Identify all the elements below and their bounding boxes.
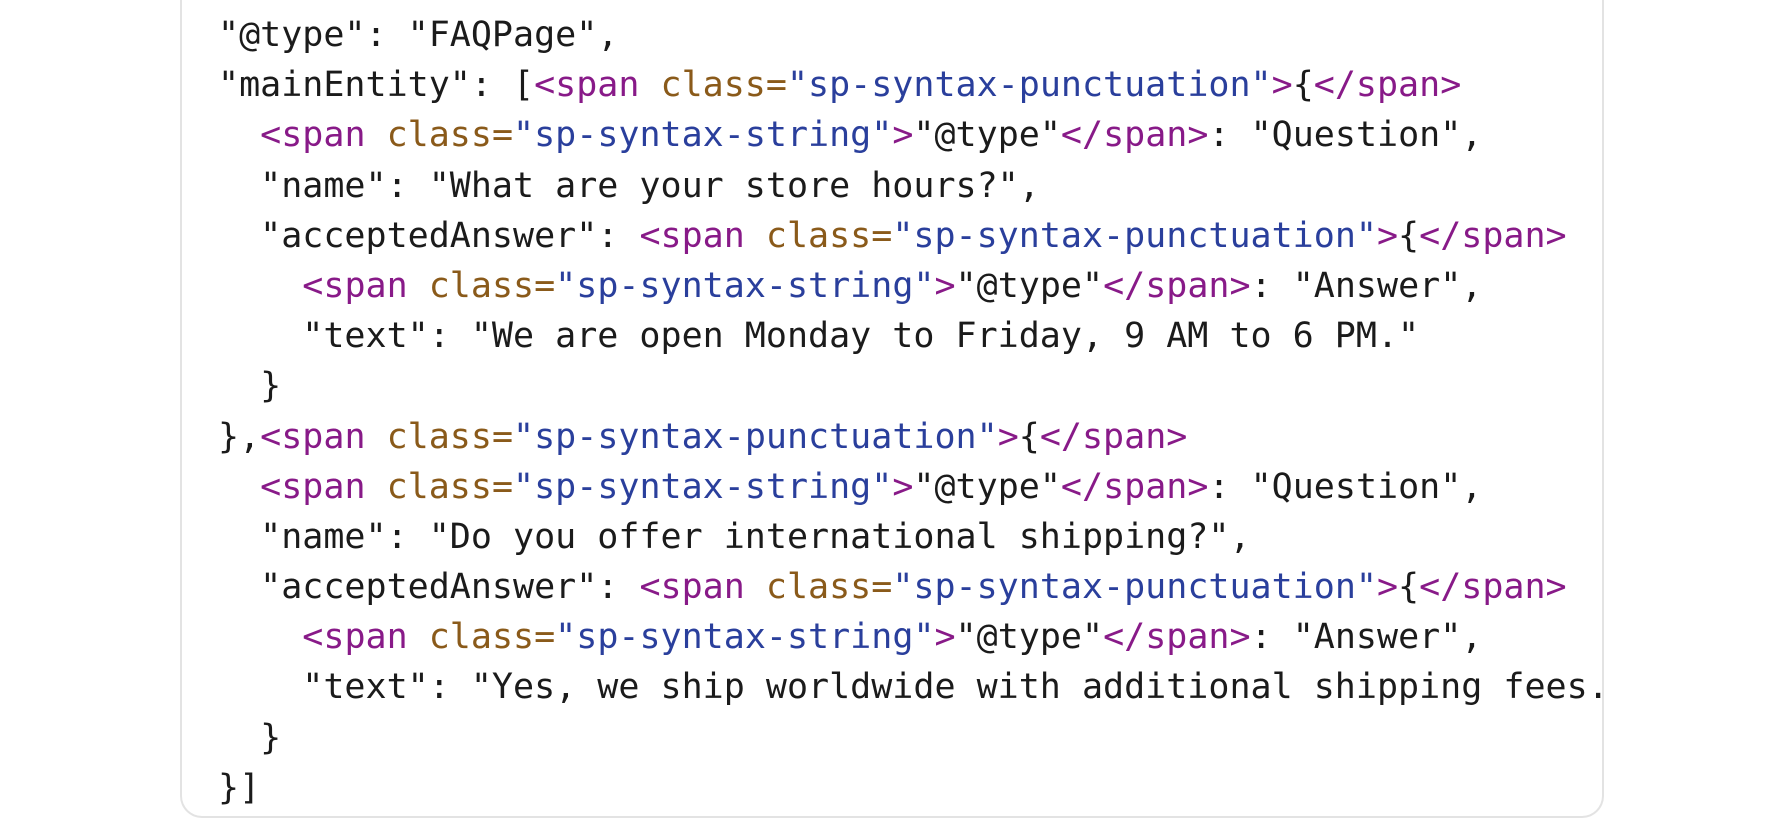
code-token: {: [1398, 567, 1420, 608]
code-token: </span>: [1039, 416, 1188, 457]
code-token: <span: [639, 215, 766, 256]
code-token: <span: [639, 567, 766, 608]
code-token: "sp-syntax-punctuation": [513, 416, 998, 457]
code-line: }]: [218, 763, 1602, 813]
code-line: "mainEntity": [<span class="sp-syntax-pu…: [218, 60, 1602, 110]
code-line: "name": "Do you offer international ship…: [218, 512, 1602, 562]
code-token: : "Answer",: [1250, 617, 1483, 658]
code-token: "acceptedAnswer":: [218, 215, 640, 256]
code-token: "@type": [955, 617, 1104, 658]
code-token: <span: [534, 65, 661, 106]
code-token: }: [218, 366, 282, 407]
code-panel: "@type": "FAQPage", "mainEntity": [<span …: [180, 0, 1604, 818]
code-line: }: [218, 713, 1602, 763]
code-token: "sp-syntax-string": [513, 115, 893, 156]
code-token: </span>: [1419, 215, 1567, 256]
code-token: class=: [386, 416, 514, 457]
code-token: {: [1292, 65, 1314, 106]
code-line: "text": "Yes, we ship worldwide with add…: [218, 662, 1604, 712]
code-token: >: [997, 416, 1019, 457]
code-line: "acceptedAnswer": <span class="sp-syntax…: [218, 562, 1602, 612]
code-token: "sp-syntax-string": [555, 617, 935, 658]
code-token: <span: [260, 115, 387, 156]
code-token: "text": "Yes, we ship worldwide with add…: [218, 667, 1604, 708]
code-token: : "Question",: [1208, 115, 1483, 156]
code-token: "sp-syntax-string": [555, 265, 935, 306]
code-token: "@type": [955, 265, 1104, 306]
code-token: "@type": [913, 466, 1061, 507]
code-token: <span: [260, 416, 387, 457]
code-token: >: [1271, 65, 1293, 106]
code-token: </span>: [1103, 265, 1251, 306]
code-token: "acceptedAnswer":: [218, 567, 640, 608]
code-token: {: [1398, 215, 1420, 256]
code-token: "name": "What are your store hours?",: [218, 165, 1040, 206]
code-token: "text": "We are open Monday to Friday, 9…: [218, 316, 1420, 357]
code-line: <span class="sp-syntax-string">"@type"</…: [218, 110, 1602, 160]
code-token: class=: [765, 567, 893, 608]
code-token: : "Answer",: [1250, 265, 1483, 306]
code-token: >: [1376, 215, 1399, 256]
code-line: },<span class="sp-syntax-punctuation">{<…: [218, 412, 1602, 462]
code-token: class=: [765, 215, 893, 256]
code-line: "text": "We are open Monday to Friday, 9…: [218, 311, 1602, 361]
code-token: >: [934, 617, 956, 658]
code-token: <span: [260, 466, 387, 507]
code-token: <span: [302, 265, 429, 306]
code-line: <span class="sp-syntax-string">"@type"</…: [218, 462, 1602, 512]
code-token: </span>: [1103, 617, 1251, 658]
code-line: <span class="sp-syntax-string">"@type"</…: [218, 612, 1602, 662]
code-token: {: [1018, 416, 1040, 457]
code-line: }: [218, 361, 1602, 411]
code-token: "mainEntity": [: [218, 65, 535, 106]
code-token: }]: [218, 767, 261, 808]
code-token: </span>: [1419, 567, 1567, 608]
code-token: class=: [660, 65, 787, 106]
code-token: <span: [302, 617, 429, 658]
code-token: >: [892, 466, 914, 507]
code-token: "sp-syntax-punctuation": [892, 567, 1377, 608]
code-token: : "Question",: [1208, 466, 1483, 507]
code-token: "sp-syntax-punctuation": [786, 65, 1272, 106]
code-token: </span>: [1313, 65, 1462, 106]
code-line: "name": "What are your store hours?",: [218, 161, 1602, 211]
code-token: >: [1376, 567, 1399, 608]
code-token: >: [934, 265, 956, 306]
code-token: </span>: [1060, 466, 1209, 507]
code-token: >: [892, 115, 914, 156]
code-line: "acceptedAnswer": <span class="sp-syntax…: [218, 211, 1602, 261]
code-line: "@type": "FAQPage",: [218, 10, 1602, 60]
code-token: "@type": [913, 115, 1061, 156]
code-token: }: [218, 717, 282, 758]
code-token: },: [218, 416, 261, 457]
code-token: "name": "Do you offer international ship…: [218, 516, 1251, 557]
code-token: class=: [428, 265, 556, 306]
code-block: "@type": "FAQPage", "mainEntity": [<span …: [218, 10, 1604, 813]
code-token: </span>: [1060, 115, 1209, 156]
code-token: "@type": "FAQPage",: [218, 15, 619, 55]
code-token: class=: [386, 466, 514, 507]
code-token: class=: [428, 617, 556, 658]
code-line: <span class="sp-syntax-string">"@type"</…: [218, 261, 1602, 311]
code-token: "sp-syntax-string": [513, 466, 893, 507]
code-token: class=: [386, 115, 514, 156]
code-token: "sp-syntax-punctuation": [892, 215, 1377, 256]
